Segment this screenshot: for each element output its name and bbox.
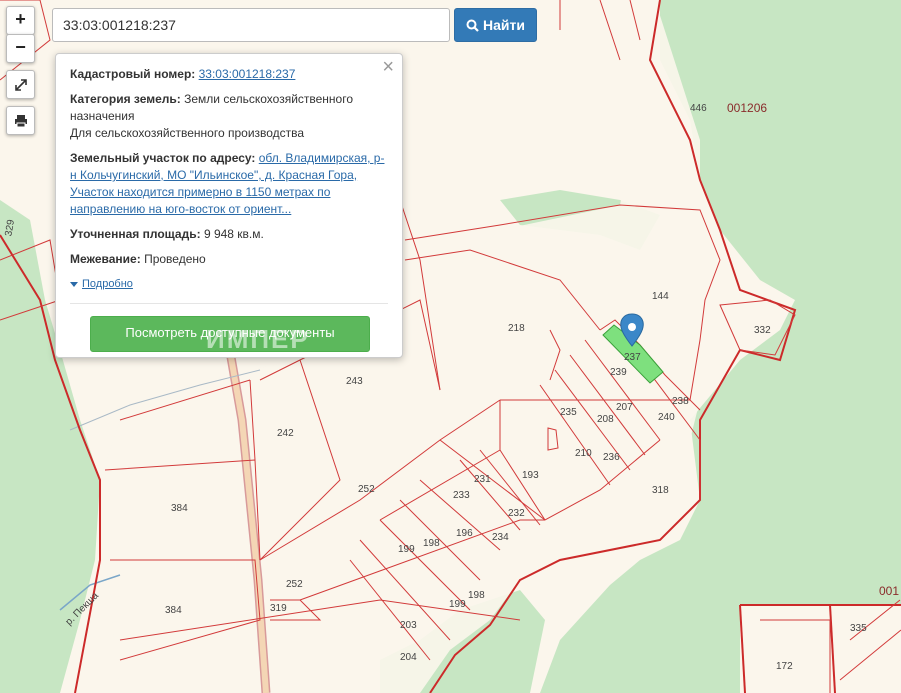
area-value: 9 948 кв.м. [203,227,264,241]
parcel-label: 207 [616,402,633,413]
parcel-label: 208 [597,414,614,425]
category-row: Категория земель: Земли сельскохозяйстве… [70,91,388,142]
survey-row: Межевание: Проведено [70,251,388,268]
print-button[interactable] [6,106,35,135]
parcel-label: 198 [468,590,485,601]
parcel-label: 384 [171,503,188,514]
parcel-label: 335 [850,623,867,634]
search-button-label: Найти [483,17,525,33]
parcel-label: 234 [492,532,509,543]
parcel-label: 238 [672,396,689,407]
parcel-label: 252 [286,579,303,590]
quarter-label: 001 [879,584,899,598]
divider [70,303,388,304]
printer-icon [14,114,27,127]
parcel-label: 203 [400,620,417,631]
cadastral-label: Кадастровый номер: [70,67,196,81]
parcel-label: 144 [652,291,669,302]
zoom-out-button[interactable]: − [6,34,35,63]
parcel-label: 199 [398,544,415,555]
expand-icon [14,78,27,91]
fullscreen-button[interactable] [6,70,35,99]
caret-down-icon [70,282,78,287]
area-label: Уточненная площадь: [70,227,201,241]
parcel-label: 319 [270,603,287,614]
parcel-label: 199 [449,599,466,610]
cadastral-link[interactable]: 33:03:001218:237 [199,67,296,81]
parcel-label: 232 [508,508,525,519]
quarter-label: 001206 [727,101,767,115]
zoom-in-button[interactable]: + [6,6,35,35]
parcel-label: 318 [652,485,669,496]
category-label: Категория земель: [70,92,181,106]
parcel-label: 243 [346,376,363,387]
parcel-label: 239 [610,367,627,378]
survey-value: Проведено [144,252,206,266]
parcel-label: 196 [456,528,473,539]
search-icon [466,19,479,32]
parcel-label: 252 [358,484,375,495]
search-input[interactable]: 33:03:001218:237 [52,8,450,42]
details-link[interactable]: Подробно [82,276,133,293]
survey-label: Межевание: [70,252,141,266]
parcel-label: 231 [474,474,491,485]
parcel-label: 235 [560,407,577,418]
parcel-label: 446 [690,103,707,114]
parcel-info-popup: × Кадастровый номер: 33:03:001218:237 Ка… [55,53,403,358]
address-row: Земельный участок по адресу: обл. Владим… [70,150,388,218]
parcel-label: 218 [508,323,525,334]
address-label: Земельный участок по адресу: [70,151,256,165]
parcel-label: 193 [522,470,539,481]
parcel-label: 332 [754,325,771,336]
parcel-label: 237 [624,352,641,363]
close-icon[interactable]: × [382,57,394,77]
area-row: Уточненная площадь: 9 948 кв.м. [70,226,388,243]
parcel-label: 240 [658,412,675,423]
parcel-label: 242 [277,428,294,439]
watermark: ИМПЕР [206,324,310,354]
details-toggle[interactable]: Подробно [70,276,388,293]
category-use: Для сельскохозяйственного производства [70,126,305,140]
search-button[interactable]: Найти [454,8,537,42]
cadastral-row: Кадастровый номер: 33:03:001218:237 [70,66,388,83]
parcel-label: 233 [453,490,470,501]
parcel-label: 236 [603,452,620,463]
parcel-label: 198 [423,538,440,549]
parcel-label: 384 [165,605,182,616]
parcel-label: 204 [400,652,417,663]
parcel-label: 172 [776,661,793,672]
parcel-label: 210 [575,448,592,459]
